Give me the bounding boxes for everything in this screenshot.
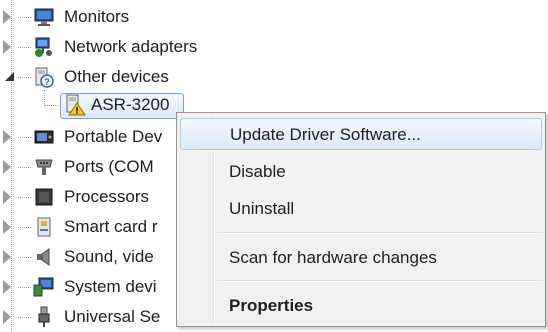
tree-item-label: Network adapters xyxy=(64,37,198,56)
tree-branch-line xyxy=(18,317,31,318)
tree-branch-line xyxy=(18,197,31,198)
tree-branch-line xyxy=(18,17,31,18)
port-icon xyxy=(33,156,55,178)
portable-device-icon xyxy=(33,126,55,148)
tree-branch-line xyxy=(18,137,31,138)
tree-item-label: Sound, vide xyxy=(64,247,154,266)
expand-arrow-icon[interactable] xyxy=(3,40,11,54)
warning-device-icon xyxy=(64,94,86,116)
menu-separator xyxy=(217,280,543,282)
context-menu: Update Driver Software... Disable Uninst… xyxy=(176,112,546,327)
smart-card-icon xyxy=(33,216,55,238)
tree-item-label: Other devices xyxy=(64,67,169,86)
tree-item-monitors[interactable]: Monitors xyxy=(0,2,548,32)
menu-item-label: Disable xyxy=(229,162,286,181)
tree-branch-line xyxy=(18,77,31,78)
tree-branch-line xyxy=(18,47,31,48)
tree-item-label: Smart card r xyxy=(64,217,158,236)
tree-branch-line xyxy=(18,287,31,288)
network-adapter-icon xyxy=(33,36,55,58)
system-device-icon xyxy=(33,276,55,298)
tree-item-label: System devi xyxy=(64,277,157,296)
expand-arrow-icon[interactable] xyxy=(3,220,11,234)
tree-item-network-adapters[interactable]: Network adapters xyxy=(0,32,548,62)
tree-item-label: Ports (COM xyxy=(64,157,154,176)
expand-arrow-icon[interactable] xyxy=(3,280,11,294)
menu-item-properties[interactable]: Properties xyxy=(180,290,542,322)
expand-arrow-icon[interactable] xyxy=(3,130,11,144)
menu-item-disable[interactable]: Disable xyxy=(180,156,542,188)
menu-item-scan-hardware[interactable]: Scan for hardware changes xyxy=(180,242,542,274)
tree-item-label: Processors xyxy=(64,187,150,206)
expand-arrow-icon[interactable] xyxy=(3,190,11,204)
tree-branch-line xyxy=(18,167,31,168)
expand-arrow-icon[interactable] xyxy=(3,160,11,174)
tree-item-label: Monitors xyxy=(64,7,130,26)
tree-branch-line xyxy=(44,105,58,106)
tree-item-other-devices[interactable]: ? Other devices xyxy=(0,62,548,92)
expand-arrow-icon[interactable] xyxy=(3,10,11,24)
tree-item-label: Universal Se xyxy=(64,307,161,326)
tree-item-label: ASR-3200 xyxy=(91,95,170,114)
tree-branch-line xyxy=(18,257,31,258)
menu-item-uninstall[interactable]: Uninstall xyxy=(180,193,542,225)
menu-item-label: Properties xyxy=(229,296,314,315)
monitor-icon xyxy=(33,6,55,28)
menu-item-label: Scan for hardware changes xyxy=(229,248,437,267)
svg-text:?: ? xyxy=(44,77,50,87)
menu-item-update-driver[interactable]: Update Driver Software... xyxy=(180,118,542,150)
tree-item-label: Portable Dev xyxy=(64,127,163,146)
unknown-device-icon: ? xyxy=(33,66,55,88)
speaker-icon xyxy=(33,246,55,268)
menu-item-label: Update Driver Software... xyxy=(230,125,421,144)
expand-arrow-icon[interactable] xyxy=(3,250,11,264)
menu-separator xyxy=(217,232,543,234)
tree-branch-line xyxy=(18,227,31,228)
processor-icon xyxy=(33,186,55,208)
collapse-arrow-icon[interactable] xyxy=(5,72,14,81)
expand-arrow-icon[interactable] xyxy=(3,310,11,324)
menu-item-label: Uninstall xyxy=(229,199,295,218)
usb-icon xyxy=(33,306,55,328)
